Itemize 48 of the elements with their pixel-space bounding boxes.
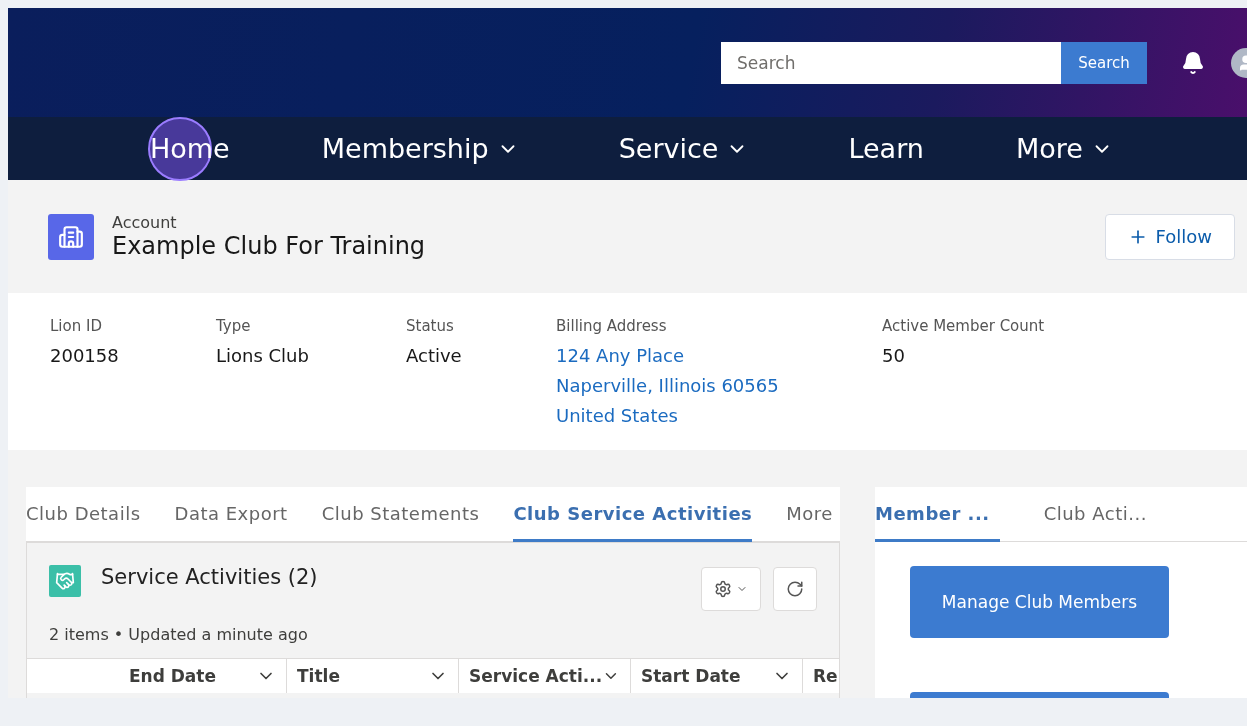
column-header[interactable]: Title [287,659,459,693]
handshake-icon [49,565,81,597]
follow-button[interactable]: Follow [1104,213,1235,260]
address-link[interactable]: Naperville, Illinois 60565 [556,371,882,401]
refresh-button[interactable] [773,567,817,611]
column-label: Re [813,666,838,686]
column-label: Title [297,666,340,686]
address-link[interactable]: 124 Any Place [556,341,882,371]
nav-item[interactable]: More [1015,133,1113,164]
column-label: End Date [128,666,216,686]
tab[interactable]: Club Statements [321,487,480,542]
field-label: Status [406,317,455,335]
field-value: 200158 [50,344,120,368]
nav-item[interactable]: Membership [321,133,519,164]
nav-item[interactable]: Learn [848,133,924,164]
column-header[interactable]: Service Acti... [459,659,631,693]
bell-icon[interactable] [1181,50,1205,75]
building-icon [48,213,94,260]
column-label: Start Date [641,666,741,686]
object-label: Account [112,213,178,232]
column-label: Service Acti... [469,666,603,686]
nav-item[interactable]: Home [150,133,230,164]
address-link[interactable]: United States [556,401,882,431]
field-label: Active Member Count [882,317,1046,335]
settings-button[interactable] [701,567,761,611]
tab[interactable]: More [786,487,833,542]
field-label: Billing Address [556,317,668,335]
tab[interactable]: Club Details [26,487,141,542]
search-button[interactable]: Search [1061,41,1147,84]
field-value: Lions Club [216,344,310,368]
action-button[interactable]: Manage Club Members [910,566,1169,638]
list-subtitle: 2 items • Updated a minute ago [48,624,309,644]
tab[interactable]: Club Acti... [1043,487,1147,542]
refresh-icon [786,580,804,598]
field-label: Type [216,317,252,335]
record-title: Example Club For Training [112,232,426,260]
nav-item[interactable]: Service [618,133,749,164]
gear-icon [714,580,732,598]
search-field[interactable]: Search [721,41,1061,84]
column-header[interactable]: Re [803,659,839,693]
tab[interactable]: Member ... [875,487,1000,542]
field-value: Active [406,344,463,368]
tab[interactable]: Data Export [174,487,288,542]
list-title: Service Activities (2) [101,565,318,589]
field-label: Lion ID [50,317,103,335]
column-header[interactable]: End Date [27,659,287,693]
column-header[interactable]: Start Date [631,659,803,693]
field-value: 50 [882,344,906,368]
